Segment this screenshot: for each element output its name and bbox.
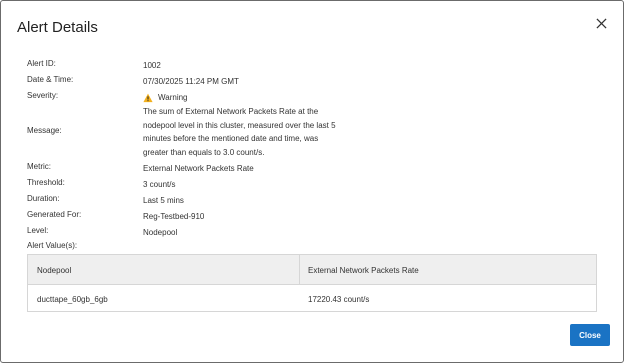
- dialog-title: Alert Details: [17, 19, 98, 36]
- field-label: Metric:: [27, 162, 51, 171]
- column-divider: [299, 255, 300, 285]
- table-cell-rate: 17220.43 count/s: [308, 295, 370, 304]
- field-label: Alert ID:: [27, 59, 56, 68]
- severity-label: Warning: [158, 93, 188, 102]
- message-line: greater than equals to 3.0 count/s.: [143, 147, 265, 157]
- warning-triangle-icon: [143, 93, 153, 102]
- severity-value: Warning: [143, 91, 188, 105]
- column-header-nodepool[interactable]: Nodepool: [37, 266, 71, 275]
- field-label: Duration:: [27, 194, 60, 203]
- message-line: minutes before the mentioned date and ti…: [143, 134, 319, 143]
- field-label: Alert Value(s):: [27, 241, 78, 250]
- field-value: Nodepool: [143, 228, 178, 237]
- table-row: ducttape_60gb_6gb 17220.43 count/s: [28, 285, 596, 312]
- alert-values-table: Nodepool External Network Packets Rate d…: [27, 254, 597, 312]
- field-label: Severity:: [27, 91, 59, 100]
- field-value: External Network Packets Rate: [143, 164, 254, 173]
- message-line: The sum of External Network Packets Rate…: [143, 107, 319, 116]
- column-header-rate[interactable]: External Network Packets Rate: [308, 266, 419, 275]
- table-cell-nodepool: ducttape_60gb_6gb: [37, 295, 108, 304]
- field-value: 07/30/2025 11:24 PM GMT: [143, 77, 239, 86]
- field-label: Message:: [27, 126, 62, 135]
- field-label: Threshold:: [27, 178, 65, 187]
- message-text: The sum of External Network Packets Rate…: [143, 105, 336, 159]
- field-value: 1002: [143, 61, 161, 70]
- field-value: Reg-Testbed-910: [143, 212, 205, 221]
- close-button[interactable]: Close: [570, 324, 610, 346]
- field-value: Last 5 mins: [143, 196, 184, 205]
- alert-details-dialog: Alert Details Alert ID: 1002 Date & Time…: [0, 0, 624, 363]
- message-line: nodepool level in this cluster, measured…: [143, 120, 336, 130]
- field-label: Generated For:: [27, 210, 82, 219]
- field-label: Level:: [27, 226, 49, 235]
- table-header: Nodepool External Network Packets Rate: [28, 255, 596, 285]
- field-value: 3 count/s: [143, 180, 176, 189]
- field-label: Date & Time:: [27, 75, 74, 84]
- close-icon[interactable]: [593, 15, 609, 31]
